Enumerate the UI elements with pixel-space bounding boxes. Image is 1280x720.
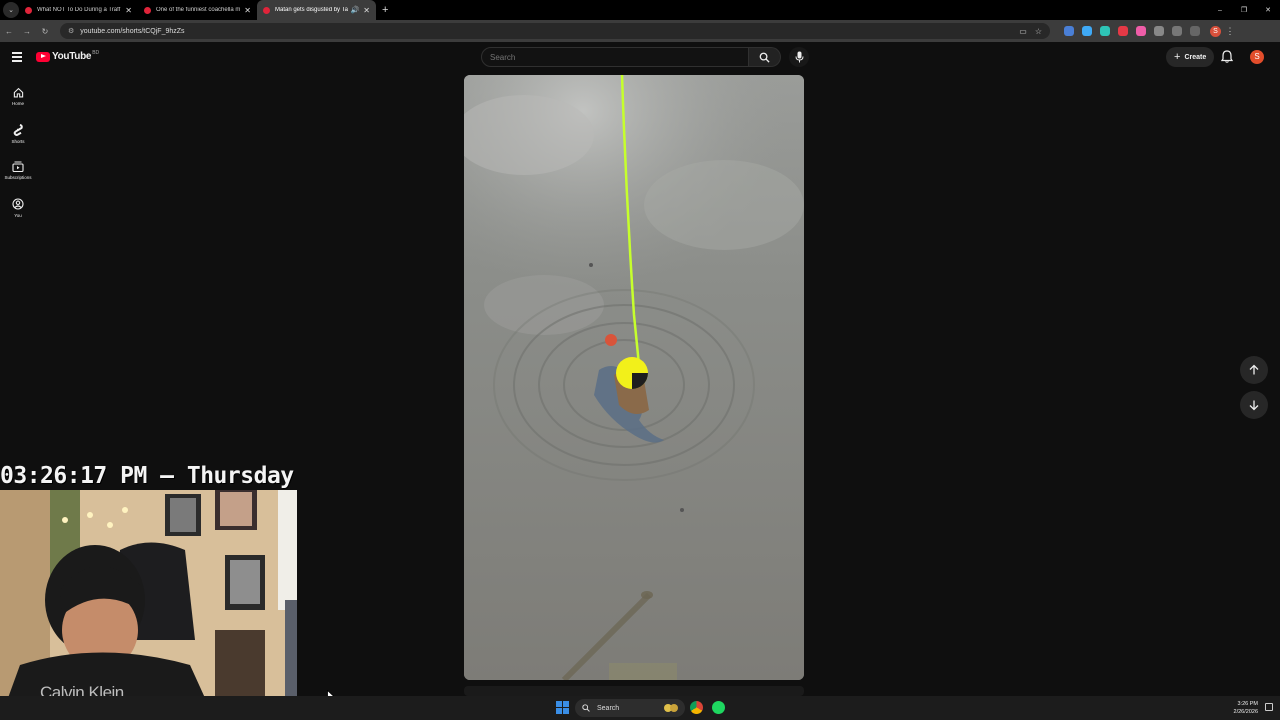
chrome-taskbar-icon[interactable] bbox=[690, 701, 703, 714]
close-tab-icon[interactable]: ✕ bbox=[125, 6, 132, 15]
taskbar-search-box[interactable]: Search bbox=[575, 699, 685, 717]
subscriptions-icon bbox=[12, 161, 24, 172]
windows-start-icon[interactable] bbox=[556, 701, 569, 714]
back-arrow-icon[interactable]: ← bbox=[0, 27, 18, 36]
search-input[interactable] bbox=[481, 47, 749, 67]
extension-icon[interactable] bbox=[1064, 26, 1074, 36]
windows-taskbar: Search 3:26 PM 2/26/2026 bbox=[0, 696, 1280, 720]
extension-icon[interactable] bbox=[1100, 26, 1110, 36]
logo-text: YouTube bbox=[52, 51, 92, 62]
sidebar-item-subscriptions[interactable]: Subscriptions bbox=[0, 152, 36, 189]
extensions-row: S ⋮ bbox=[1060, 25, 1239, 37]
search-icon bbox=[759, 52, 770, 63]
browser-menu-icon[interactable]: ⋮ bbox=[1225, 26, 1235, 36]
plus-icon: + bbox=[1174, 51, 1181, 63]
you-icon bbox=[12, 197, 24, 210]
browser-tab-2[interactable]: One of the funniest coachella m ✕ bbox=[138, 0, 257, 20]
region-code: BD bbox=[92, 49, 100, 56]
speaker-icon[interactable]: 🔊 bbox=[351, 6, 360, 14]
arrow-up-icon bbox=[1249, 364, 1259, 375]
tray-time: 3:26 PM bbox=[1237, 701, 1258, 707]
sidebar-item-shorts[interactable]: Shorts bbox=[0, 115, 36, 152]
video-frame bbox=[464, 75, 804, 680]
search-icon bbox=[582, 704, 590, 712]
extension-icon[interactable] bbox=[1118, 26, 1128, 36]
browser-tab-strip: ⌄ What NOT To Do During a Traff ✕ One of… bbox=[0, 0, 1280, 20]
extension-icon[interactable] bbox=[1154, 26, 1164, 36]
create-label: Create bbox=[1184, 53, 1207, 61]
shorts-icon bbox=[13, 123, 23, 136]
shorts-video-player[interactable] bbox=[464, 75, 804, 680]
browser-tab-3[interactable]: Matan gets disgusted by Ta 🔊 ✕ bbox=[257, 0, 376, 20]
tab-title: What NOT To Do During a Traff bbox=[37, 7, 121, 13]
tab-search-button[interactable]: ⌄ bbox=[3, 2, 19, 18]
browser-profile-avatar[interactable]: S bbox=[1210, 25, 1221, 37]
sidebar-item-label: You bbox=[14, 212, 22, 218]
sidebar-item-label: Shorts bbox=[11, 138, 25, 144]
youtube-play-icon bbox=[36, 51, 50, 62]
video-bottom-bar bbox=[464, 686, 804, 696]
tray-date: 2/26/2026 bbox=[1233, 709, 1258, 715]
notifications-bell-icon[interactable] bbox=[1221, 50, 1233, 63]
window-controls: – ❐ ✕ bbox=[1208, 0, 1280, 20]
menu-icon[interactable] bbox=[12, 52, 22, 64]
url-text: youtube.com/shorts/tCQjF_9hzZs bbox=[80, 27, 185, 35]
stream-clock-overlay: 03:26:17 PM – Thursday bbox=[0, 463, 294, 489]
minimize-button[interactable]: – bbox=[1208, 7, 1232, 14]
home-icon bbox=[13, 87, 23, 98]
browser-tab-1[interactable]: What NOT To Do During a Traff ✕ bbox=[19, 0, 138, 20]
create-button[interactable]: + Create bbox=[1166, 47, 1215, 67]
voice-search-button[interactable] bbox=[789, 47, 809, 67]
youtube-favicon-icon bbox=[263, 6, 270, 14]
cast-icon[interactable]: ▭ bbox=[1019, 27, 1027, 36]
extensions-puzzle-icon[interactable] bbox=[1172, 26, 1182, 36]
youtube-logo[interactable]: YouTube BD bbox=[36, 49, 100, 62]
mini-guide-sidebar: Home Shorts Subscriptions You bbox=[0, 78, 36, 226]
tab-title: Matan gets disgusted by Ta bbox=[275, 7, 348, 13]
search-highlight-icon bbox=[664, 704, 678, 712]
site-info-icon[interactable]: ⚙ bbox=[68, 27, 74, 35]
tab-title: One of the funniest coachella m bbox=[156, 7, 241, 13]
screen: ⌄ What NOT To Do During a Traff ✕ One of… bbox=[0, 0, 1280, 720]
sidebar-item-you[interactable]: You bbox=[0, 189, 36, 226]
reading-list-icon[interactable] bbox=[1190, 26, 1200, 36]
notification-center-icon[interactable] bbox=[1265, 703, 1273, 711]
address-bar[interactable]: ⚙ youtube.com/shorts/tCQjF_9hzZs ▭ ☆ bbox=[60, 23, 1050, 39]
new-tab-button[interactable]: + bbox=[382, 4, 388, 16]
bookmark-star-icon[interactable]: ☆ bbox=[1035, 27, 1042, 36]
previous-short-button[interactable] bbox=[1240, 356, 1268, 384]
youtube-header: YouTube BD bbox=[0, 42, 1280, 72]
account-avatar[interactable]: S bbox=[1250, 50, 1264, 64]
arrow-down-icon bbox=[1249, 400, 1259, 411]
microphone-icon bbox=[795, 51, 803, 63]
taskbar-search-label: Search bbox=[597, 704, 620, 712]
youtube-favicon-icon bbox=[144, 6, 151, 14]
maximize-button[interactable]: ❐ bbox=[1232, 6, 1256, 14]
search-bar bbox=[481, 47, 809, 67]
sidebar-item-label: Subscriptions bbox=[4, 175, 32, 180]
extension-icon[interactable] bbox=[1082, 26, 1092, 36]
search-button[interactable] bbox=[749, 47, 781, 67]
close-window-button[interactable]: ✕ bbox=[1256, 6, 1280, 14]
close-tab-icon[interactable]: ✕ bbox=[363, 6, 370, 15]
address-bar-row: ← → ↻ ⚙ youtube.com/shorts/tCQjF_9hzZs ▭… bbox=[0, 20, 1280, 42]
sidebar-item-home[interactable]: Home bbox=[0, 78, 36, 115]
reload-icon[interactable]: ↻ bbox=[36, 27, 54, 36]
youtube-favicon-icon bbox=[25, 6, 32, 14]
system-clock[interactable]: 3:26 PM 2/26/2026 bbox=[1234, 700, 1258, 716]
spotify-taskbar-icon[interactable] bbox=[712, 701, 725, 714]
forward-arrow-icon[interactable]: → bbox=[18, 27, 36, 36]
next-short-button[interactable] bbox=[1240, 391, 1268, 419]
sidebar-item-label: Home bbox=[11, 101, 24, 106]
close-tab-icon[interactable]: ✕ bbox=[244, 6, 251, 15]
extension-icon[interactable] bbox=[1136, 26, 1146, 36]
